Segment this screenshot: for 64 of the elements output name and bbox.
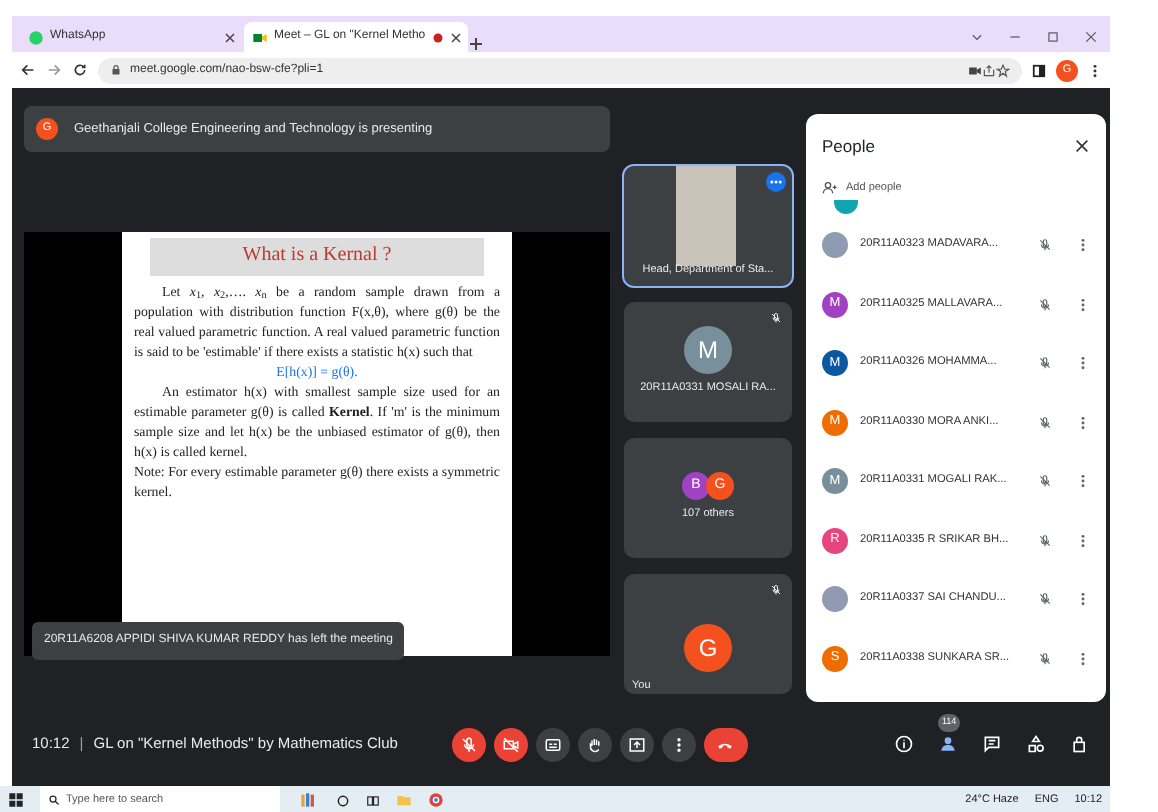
avatar: G [684,623,732,672]
share-icon[interactable] [982,63,996,77]
avatar: M [684,326,732,375]
camera-off-icon [501,735,520,753]
search-icon [48,794,60,806]
close-icon[interactable] [1084,30,1098,44]
chrome-icon[interactable] [428,792,444,808]
more-options-icon[interactable] [1076,474,1090,488]
close-icon[interactable] [449,31,462,43]
avatar-photo-placeholder [822,232,848,258]
tab-favicon-icon [28,29,44,45]
star-icon[interactable] [996,63,1010,77]
leave-call-button[interactable] [703,727,748,761]
host-controls-button[interactable] [1070,734,1090,754]
taskbar-app-icon[interactable] [296,792,320,808]
microphone-button[interactable] [451,727,486,761]
back-icon[interactable] [20,62,36,78]
more-options-icon[interactable] [1076,415,1090,429]
chevron-down-icon[interactable] [970,30,984,44]
lock-icon [110,64,122,76]
more-options-icon[interactable] [766,172,786,192]
camera-button[interactable] [493,727,528,761]
host-controls-icon [1070,734,1090,754]
new-tab-icon[interactable] [468,36,484,52]
restore-icon[interactable] [1046,30,1060,44]
menu-icon[interactable] [1088,63,1102,77]
avatar-photo-placeholder [822,586,848,612]
more-options-icon[interactable] [1076,533,1090,547]
captions-icon [543,735,562,753]
chat-button[interactable] [982,734,1002,754]
tab-favicon-icon [252,29,268,45]
task-view-icon[interactable] [366,793,380,807]
people-icon [938,734,958,754]
captions-button[interactable] [535,727,570,761]
more-options-icon[interactable] [1076,356,1090,370]
more-options-icon[interactable] [1076,297,1090,311]
reload-icon[interactable] [72,62,88,78]
info-button[interactable] [894,734,914,754]
windows-start-icon[interactable] [8,792,24,808]
video-placeholder [676,166,736,266]
add-person-icon[interactable] [822,179,838,196]
more-options-icon[interactable] [1076,238,1090,252]
camera-icon[interactable] [968,63,982,77]
more-options-icon[interactable] [1076,651,1090,665]
hand-icon [585,735,604,753]
present-button[interactable] [619,727,654,761]
close-icon[interactable] [224,31,236,43]
forward-icon[interactable] [46,62,62,78]
more-options-button[interactable] [661,727,696,761]
activities-icon [1026,734,1046,754]
info-icon [894,734,914,754]
microphone-off-icon [459,735,478,753]
slide-title: What is a Kernal ? [150,238,484,276]
cortana-icon[interactable] [336,793,350,807]
more-options-icon[interactable] [1076,592,1090,606]
panel-title: People [822,134,875,160]
chat-icon [982,734,1002,754]
raise-hand-button[interactable] [577,727,612,761]
people-button[interactable] [938,734,958,754]
close-icon[interactable] [1074,138,1090,155]
sidebar-icon[interactable] [1032,63,1046,77]
activities-button[interactable] [1026,734,1046,754]
recording-icon [431,31,444,43]
present-icon [627,735,646,753]
